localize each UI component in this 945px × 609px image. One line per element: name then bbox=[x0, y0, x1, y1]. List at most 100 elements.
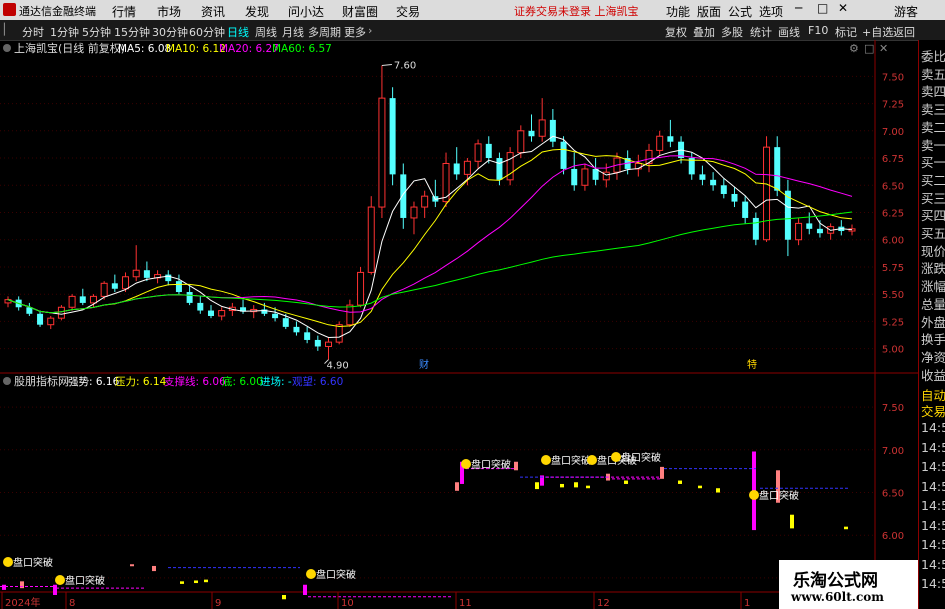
candle-body bbox=[122, 276, 130, 290]
tab-multi-period[interactable]: 多周期 bbox=[308, 24, 341, 40]
toolbar-grip-icon: ▏ bbox=[4, 23, 13, 36]
menu-item-options[interactable]: 选项 bbox=[759, 3, 783, 20]
menu-item-news[interactable]: 资讯 bbox=[201, 3, 225, 20]
menu-item-layout[interactable]: 版面 bbox=[697, 3, 721, 20]
tick-time: 14:56 bbox=[921, 556, 945, 572]
tab-1min[interactable]: 1分钟 bbox=[50, 24, 79, 40]
high-price-label: 7.60 bbox=[394, 60, 416, 71]
tab-daily[interactable]: 日线 bbox=[227, 24, 249, 40]
candle-body bbox=[538, 119, 546, 137]
menu-item-quotes[interactable]: 行情 bbox=[112, 3, 136, 20]
chart-collapse-icon[interactable] bbox=[3, 44, 11, 52]
add-watchlist-button[interactable]: +自选 bbox=[862, 24, 893, 40]
indicator-bar bbox=[574, 482, 578, 488]
smiley-icon bbox=[3, 557, 13, 567]
kline-chart[interactable]: 7.604.90财特 盘口突破盘口突破盘口突破盘口突破盘口突破盘口突破盘口突破盘… bbox=[0, 40, 918, 609]
watermark-title: 乐淘公式网 bbox=[793, 571, 878, 591]
ma10-line bbox=[7, 148, 853, 328]
breakout-signal[interactable]: 盘口突破 bbox=[749, 489, 799, 502]
indicator-tick-label: 6.50 bbox=[882, 489, 904, 500]
more-chevron-icon[interactable]: › bbox=[368, 24, 372, 37]
candle-body bbox=[400, 174, 407, 218]
watermark-url: www.60lt.com bbox=[791, 590, 884, 604]
candle-body bbox=[357, 271, 365, 306]
candle-body bbox=[325, 341, 333, 347]
indicator-bar bbox=[20, 581, 24, 589]
statistics-button[interactable]: 统计 bbox=[750, 24, 772, 40]
menu-item-discover[interactable]: 发现 bbox=[245, 3, 269, 20]
candle-body bbox=[453, 163, 460, 175]
indicator-collapse-icon[interactable] bbox=[3, 377, 11, 385]
breakout-signal[interactable]: 盘口突破 bbox=[306, 568, 356, 581]
menu-item-wealth[interactable]: 财富圈 bbox=[342, 3, 378, 20]
tick-time: 14:56 bbox=[921, 459, 945, 474]
tab-intraday[interactable]: 分时 bbox=[22, 24, 44, 40]
candle-body bbox=[47, 317, 55, 326]
tab-more[interactable]: 更多 bbox=[344, 24, 366, 40]
tab-monthly[interactable]: 月线 bbox=[282, 24, 304, 40]
indicator-bar bbox=[130, 564, 134, 567]
tab-30min[interactable]: 30分钟 bbox=[152, 24, 188, 40]
minimize-icon[interactable]: ─ bbox=[795, 1, 802, 15]
menu-item-function[interactable]: 功能 bbox=[666, 3, 690, 20]
candle-body bbox=[89, 295, 97, 304]
candle-body bbox=[731, 193, 738, 202]
tab-weekly[interactable]: 周线 bbox=[255, 24, 277, 40]
guest-label[interactable]: 游客 bbox=[894, 3, 918, 20]
login-notice[interactable]: 证券交易未登录 上海凯宝 bbox=[514, 3, 639, 19]
quote-row-label: 卖四 bbox=[921, 84, 945, 100]
breakout-signal[interactable]: 盘口突破 bbox=[55, 574, 105, 587]
f10-button[interactable]: F10 bbox=[808, 24, 828, 37]
tab-15min[interactable]: 15分钟 bbox=[114, 24, 150, 40]
indicator-bar bbox=[716, 488, 720, 493]
menu-item-formula[interactable]: 公式 bbox=[728, 3, 752, 20]
quote-row-label: 净资 bbox=[921, 349, 945, 365]
breakout-signal[interactable]: 盘口突破 bbox=[541, 454, 591, 467]
window-restore-icon[interactable]: □ bbox=[864, 42, 874, 55]
time-tick-label: 1 bbox=[744, 598, 750, 609]
breakout-label: 盘口突破 bbox=[65, 574, 105, 587]
price-tick-label: 6.50 bbox=[882, 181, 904, 192]
mark-button[interactable]: 标记 bbox=[835, 24, 857, 40]
tick-time: 14:56 bbox=[921, 517, 945, 533]
adjust-button[interactable]: 复权 bbox=[665, 24, 687, 40]
price-tick-label: 5.00 bbox=[882, 345, 904, 356]
ma60-label: MA60: 6.57 bbox=[272, 43, 332, 55]
close-icon[interactable]: ✕ bbox=[838, 1, 848, 15]
candle-body bbox=[282, 318, 289, 327]
menu-item-trade[interactable]: 交易 bbox=[396, 3, 420, 20]
quote-row-label: 买四 bbox=[921, 208, 945, 224]
breakout-signal[interactable]: 盘口突破 bbox=[3, 556, 53, 569]
event-marker-0[interactable]: 财 bbox=[419, 358, 429, 371]
quote-row-label: 卖二 bbox=[921, 119, 945, 135]
candle-body bbox=[667, 136, 674, 142]
candle-body bbox=[346, 304, 354, 326]
indicator-bar bbox=[282, 595, 286, 600]
app-logo-icon bbox=[3, 3, 16, 16]
candle-body bbox=[581, 168, 589, 186]
settings-gear-icon[interactable]: ⚙ bbox=[849, 42, 859, 55]
candle-body bbox=[816, 228, 823, 234]
menu-item-market[interactable]: 市场 bbox=[157, 3, 181, 20]
candle-body bbox=[165, 274, 172, 282]
period-toolbar: ▏ 分时 1分钟 5分钟 15分钟 30分钟 60分钟 日线 周线 月线 多周期… bbox=[0, 20, 945, 41]
candle-body bbox=[272, 313, 279, 319]
ma10-label: MA10: 6.12 bbox=[166, 43, 226, 55]
tab-60min[interactable]: 60分钟 bbox=[189, 24, 225, 40]
multi-stock-button[interactable]: 多股 bbox=[721, 24, 743, 40]
overlay-button[interactable]: 叠加 bbox=[693, 24, 715, 40]
maximize-icon[interactable]: □ bbox=[817, 1, 828, 15]
draw-line-button[interactable]: 画线 bbox=[778, 24, 800, 40]
menu-item-ask[interactable]: 问小达 bbox=[288, 3, 324, 20]
candle-body bbox=[378, 97, 386, 208]
indicator-bar bbox=[152, 565, 156, 572]
tab-5min[interactable]: 5分钟 bbox=[82, 24, 111, 40]
back-button[interactable]: 返回 bbox=[893, 24, 915, 40]
indicator-bar bbox=[678, 480, 682, 484]
support-value: 支撑线: 6.06 bbox=[164, 375, 226, 388]
price-tick-label: 5.50 bbox=[882, 290, 904, 301]
smiley-icon bbox=[611, 452, 621, 462]
candle-body bbox=[132, 269, 140, 278]
event-marker-1[interactable]: 特 bbox=[747, 359, 757, 371]
window-close-icon[interactable]: ✕ bbox=[879, 42, 888, 55]
